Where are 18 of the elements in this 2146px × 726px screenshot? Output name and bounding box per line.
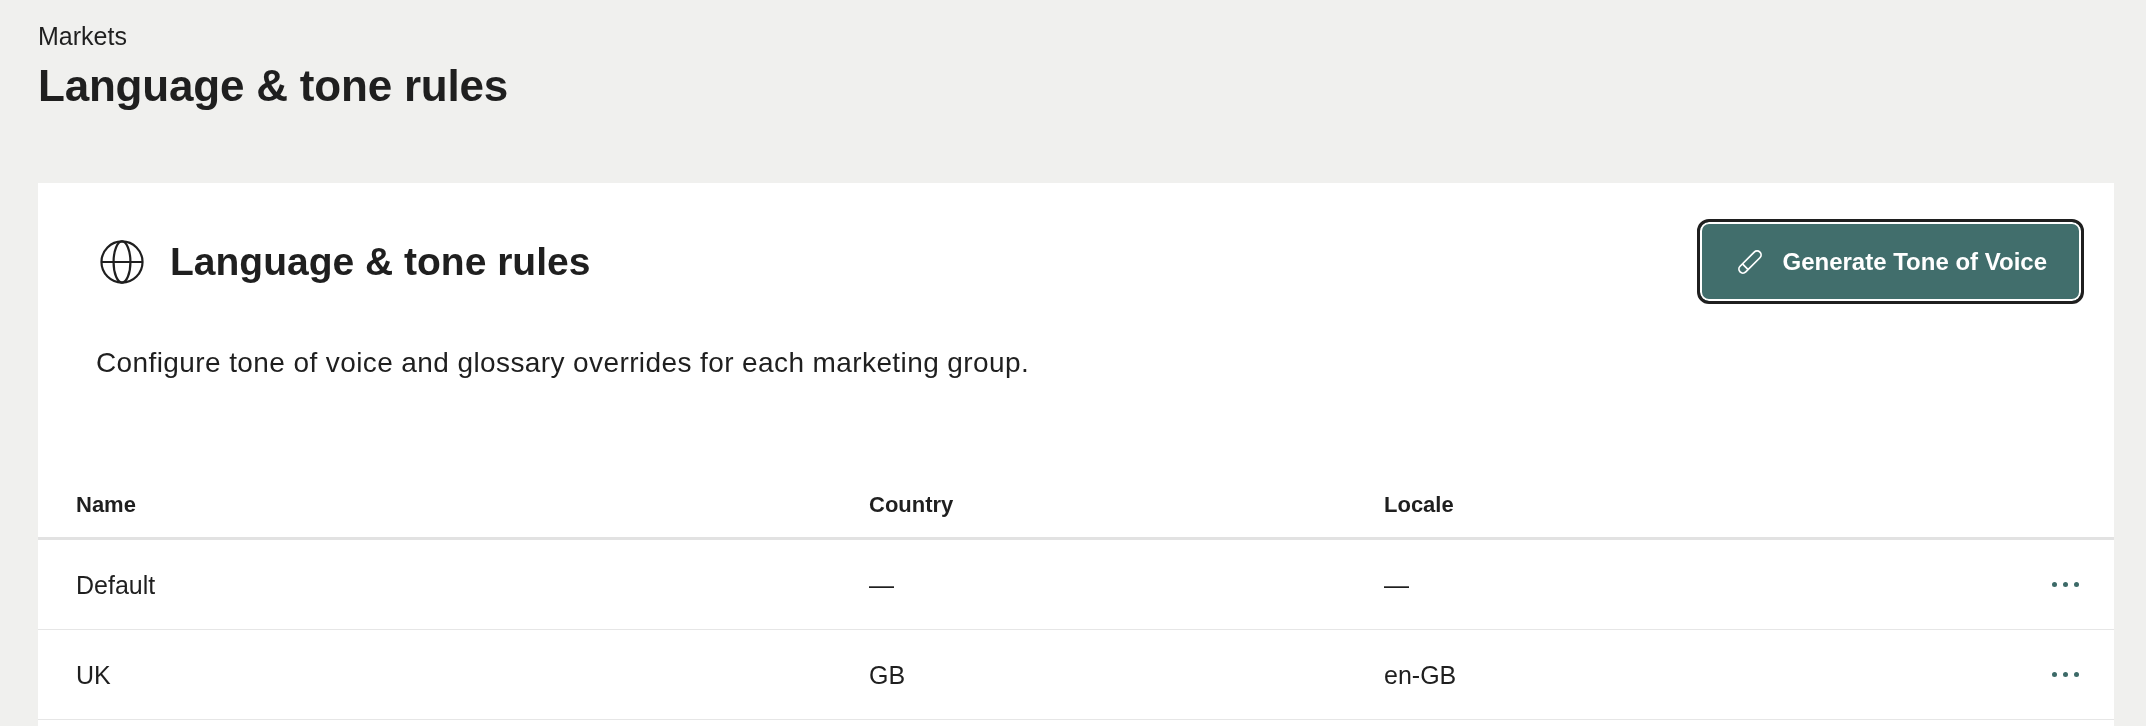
more-icon[interactable] [2052,672,2079,677]
column-header: Name [76,490,136,519]
column-header: Country [869,490,954,519]
globe-icon [100,239,144,284]
table-cell: en-GB [1384,659,1457,690]
breadcrumb-link[interactable]: Markets [38,22,127,50]
card-title: Language & tone rules [170,238,591,285]
card-description: Configure tone of voice and glossary overrides for each marketing group. [96,346,1030,380]
table-cell: Default [76,569,156,600]
table-cell: UK [76,659,111,690]
generate-button[interactable]: Generate Tone of Voice [1697,219,2084,304]
table-cell: — [1384,569,1409,600]
table-cell: — [869,569,894,600]
pencil-icon [1736,247,1765,276]
column-header: Locale [1384,490,1454,519]
table-cell: GB [869,659,906,690]
page-title: Language & tone rules [38,62,509,110]
more-icon[interactable] [2052,582,2079,587]
